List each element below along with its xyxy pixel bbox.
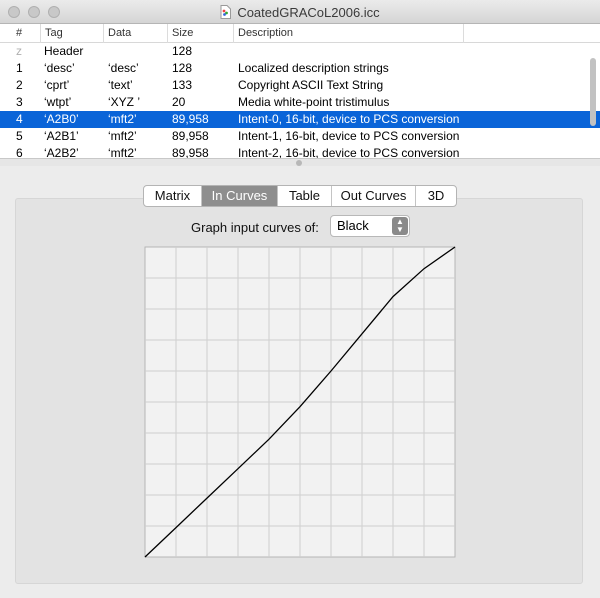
cell-tag: ‘A2B1’ [44, 129, 79, 143]
cell-number: 6 [16, 146, 23, 158]
tab-table[interactable]: Table [278, 186, 332, 206]
cell-number: 1 [16, 61, 23, 75]
cell-number: 3 [16, 95, 23, 109]
tab-in-curves[interactable]: In Curves [202, 186, 278, 206]
cell-size: 133 [172, 78, 193, 92]
cell-data: ‘mft2’ [108, 129, 137, 143]
table-row[interactable]: 3 ‘wtpt’ ‘XYZ ’ 20 Media white-point tristim… [0, 94, 600, 111]
cell-size: 89,958 [172, 146, 209, 158]
column-header-number[interactable]: # [12, 24, 36, 43]
title-bar: CoatedGRACoL2006.icc [0, 0, 600, 24]
cell-size: 89,958 [172, 112, 209, 126]
tab-3d[interactable]: 3D [416, 186, 456, 206]
column-header-size[interactable]: Size [168, 24, 234, 43]
cell-description: Intent-2, 16-bit, device to PCS conversi… [238, 146, 460, 158]
cell-number: 4 [16, 112, 23, 126]
cell-tag: Header [44, 44, 84, 58]
table-row[interactable]: 5 ‘A2B1’ ‘mft2’ 89,958 Intent-1, 16-bit, dev… [0, 128, 600, 145]
cell-tag: ‘A2B2’ [44, 146, 79, 158]
tag-table: # Tag Data Size Description z Header 128 1 ‘… [0, 24, 600, 158]
view-tabs: Matrix In Curves Table Out Curves 3D [143, 185, 457, 207]
cell-description: Copyright ASCII Text String [238, 78, 384, 92]
cell-data: ‘text’ [108, 78, 133, 92]
cell-tag: ‘A2B0’ [44, 112, 79, 126]
cell-description: Media white-point tristimulus [238, 95, 390, 109]
tab-matrix[interactable]: Matrix [144, 186, 202, 206]
channel-select-value: Black [337, 218, 369, 233]
cell-size: 20 [172, 95, 186, 109]
document-icon [220, 5, 232, 19]
cell-description: Localized description strings [238, 61, 389, 75]
column-header-description[interactable]: Description [234, 24, 464, 43]
cell-number: z [16, 44, 22, 58]
graph-input-label: Graph input curves of: [191, 220, 319, 235]
cell-data: ‘mft2’ [108, 112, 137, 126]
column-header-tag[interactable]: Tag [40, 24, 104, 43]
cell-data: ‘XYZ ’ [108, 95, 141, 109]
cell-tag: ‘cprt’ [44, 78, 70, 92]
cell-tag: ‘wtpt’ [44, 95, 72, 109]
table-row[interactable]: 4 ‘A2B0’ ‘mft2’ 89,958 Intent-0, 16-bit, dev… [0, 111, 600, 128]
window-title: CoatedGRACoL2006.icc [237, 4, 380, 20]
tab-out-curves[interactable]: Out Curves [332, 186, 416, 206]
split-view-divider[interactable] [0, 158, 600, 166]
cell-number: 2 [16, 78, 23, 92]
cell-data: ‘desc’ [108, 61, 139, 75]
cell-size: 89,958 [172, 129, 209, 143]
table-scrollbar[interactable] [590, 58, 596, 126]
input-curve-chart [144, 246, 456, 558]
cell-size: 128 [172, 61, 193, 75]
table-header: # Tag Data Size Description [0, 24, 600, 43]
cell-number: 5 [16, 129, 23, 143]
cell-tag: ‘desc’ [44, 61, 75, 75]
channel-select[interactable]: Black ▲ ▼ [330, 215, 410, 237]
viewer-panel: Matrix In Curves Table Out Curves 3D Gra… [0, 166, 600, 598]
cell-data: ‘mft2’ [108, 146, 137, 158]
table-row[interactable]: 1 ‘desc’ ‘desc’ 128 Localized description st… [0, 60, 600, 77]
column-header-data[interactable]: Data [104, 24, 168, 43]
table-row[interactable]: z Header 128 [0, 43, 600, 60]
cell-size: 128 [172, 44, 193, 58]
chevron-up-down-icon: ▲ ▼ [392, 217, 408, 235]
cell-description: Intent-0, 16-bit, device to PCS conversi… [238, 112, 460, 126]
table-row[interactable]: 6 ‘A2B2’ ‘mft2’ 89,958 Intent-2, 16-bit, dev… [0, 145, 600, 158]
cell-description: Intent-1, 16-bit, device to PCS conversi… [238, 129, 460, 143]
table-row[interactable]: 2 ‘cprt’ ‘text’ 133 Copyright ASCII Text Str… [0, 77, 600, 94]
